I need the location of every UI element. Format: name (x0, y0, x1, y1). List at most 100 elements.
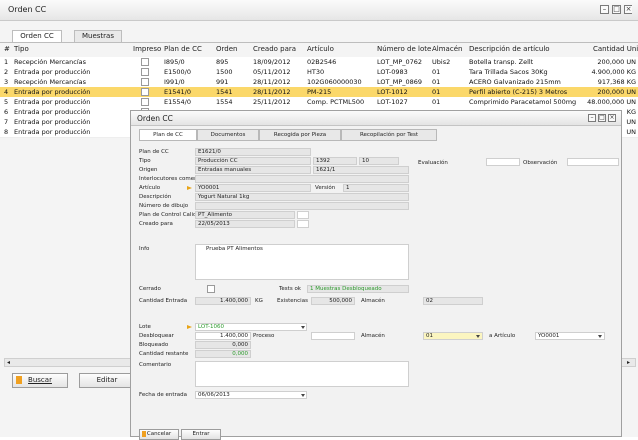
plan-calidad-extra-field[interactable] (297, 211, 309, 219)
bloqueado-field[interactable]: 0,000 (195, 341, 251, 349)
cell-almacen: 01 (432, 88, 441, 96)
label-version: Versión (315, 185, 336, 191)
creado-field[interactable]: 22/05/2013 (195, 220, 295, 228)
cell-num: 7 (4, 118, 9, 126)
observacion-field[interactable] (567, 158, 619, 166)
cell-plan: E1541/0 (164, 88, 191, 96)
dialog-title: Orden CC (137, 114, 173, 123)
articulo-link-icon[interactable] (187, 186, 192, 190)
col-orden[interactable]: Orden (216, 45, 237, 53)
col-tipo[interactable]: Tipo (14, 45, 29, 53)
dialog-minimize-icon[interactable]: – (588, 114, 596, 122)
origen-field[interactable]: Entradas manuales (195, 166, 311, 174)
close-icon[interactable]: × (624, 5, 632, 14)
tipo-num2-field[interactable]: 10 (359, 157, 399, 165)
dibujo-field[interactable] (195, 202, 409, 210)
info-field[interactable]: Prueba PT Alimentos (195, 244, 409, 280)
lote-link-icon[interactable] (187, 325, 192, 329)
cell-tipo: Entrada por producción (14, 98, 91, 106)
col-plan[interactable]: Plan de CC (164, 45, 202, 53)
editar-button[interactable]: Editar (79, 373, 135, 388)
label-creado: Creado para (139, 221, 173, 227)
cell-orden: 1541 (216, 88, 233, 96)
impreso-checkbox[interactable] (141, 58, 149, 66)
a-articulo-select[interactable]: YO0001 (535, 332, 605, 340)
existencias-field[interactable]: 500,000 (311, 297, 355, 305)
buscar-button-label: Buscar (28, 376, 52, 384)
almacen2-select[interactable]: 01 (423, 332, 483, 340)
label-origen: Origen (139, 167, 158, 173)
lote-select[interactable]: LOT-1060 (195, 323, 307, 331)
tipo-field[interactable]: Producción CC (195, 157, 311, 165)
desbloquear-field[interactable]: 1.400,000 (195, 332, 251, 340)
plan-field[interactable]: E1621/0 (195, 148, 311, 156)
cell-articulo: 02B2546 (307, 58, 337, 66)
col-articulo[interactable]: Artículo (307, 45, 334, 53)
almacen2-dropdown-icon[interactable] (476, 335, 480, 338)
label-cantidad-restante: Cantidad restante (139, 351, 189, 357)
impreso-checkbox[interactable] (141, 78, 149, 86)
evaluacion-field[interactable] (486, 158, 520, 166)
cell-tipo: Entrada por producción (14, 128, 91, 136)
dtab-recopilacion[interactable]: Recopilación por Test (341, 129, 437, 141)
cell-num: 1 (4, 58, 9, 66)
dialog-close-icon[interactable]: × (608, 114, 616, 122)
cancelar-button[interactable]: Cancelar (139, 429, 179, 440)
label-observacion: Observación (523, 160, 558, 166)
col-lote[interactable]: Número de lote (377, 45, 431, 53)
dialog-title-bar: Orden CC – □ × (131, 111, 621, 126)
a-articulo-dropdown-icon[interactable] (598, 335, 602, 338)
minimize-icon[interactable]: – (600, 5, 609, 14)
impreso-checkbox[interactable] (141, 98, 149, 106)
maximize-icon[interactable]: □ (612, 5, 621, 14)
col-cantidad[interactable]: Cantidad Unid (593, 45, 638, 53)
col-almacen[interactable]: Almacén (432, 45, 462, 53)
cantidad-entrada-field[interactable]: 1.400,000 (195, 297, 251, 305)
cell-creado: 28/11/2012 (253, 78, 291, 86)
entrar-button[interactable]: Entrar (181, 429, 221, 440)
cell-lote: LOT_MP_0762 (377, 58, 423, 66)
scroll-left-icon[interactable]: ◂ (7, 359, 10, 366)
lote-dropdown-icon[interactable] (301, 326, 305, 329)
dtab-plan[interactable]: Plan de CC (139, 129, 197, 141)
impreso-checkbox[interactable] (141, 68, 149, 76)
cell-num: 8 (4, 128, 9, 136)
cantidad-restante-field[interactable]: 0,000 (195, 350, 251, 358)
dtab-documentos[interactable]: Documentos (197, 129, 259, 141)
cell-cantidad: UN (626, 128, 636, 136)
col-desc[interactable]: Descripción de artículo (469, 45, 550, 53)
interlocutores-field[interactable] (195, 175, 409, 183)
cell-articulo: 102G060000030 (307, 78, 362, 86)
tests-ok-field[interactable]: 1 Muestras Desbloqueado (307, 285, 409, 293)
col-impreso[interactable]: Impreso (133, 45, 161, 53)
version-field[interactable]: 1 (343, 184, 409, 192)
fecha-entrada-dropdown-icon[interactable] (301, 394, 305, 397)
articulo-field[interactable]: YO0001 (195, 184, 311, 192)
tipo-num-field[interactable]: 1392 (313, 157, 357, 165)
col-creado[interactable]: Creado para (253, 45, 296, 53)
cell-tipo: Entrada por producción (14, 68, 91, 76)
cerrado-checkbox[interactable] (207, 285, 215, 293)
almacen-field[interactable]: 02 (423, 297, 483, 305)
plan-calidad-field[interactable]: PT_Alimento (195, 211, 295, 219)
dialog-maximize-icon[interactable]: □ (598, 114, 606, 122)
comentario-field[interactable] (195, 361, 409, 387)
main-window-title: Orden CC (8, 5, 47, 14)
cell-creado: 28/11/2012 (253, 88, 291, 96)
label-info: Info (139, 246, 150, 252)
tab-muestras[interactable]: Muestras (74, 30, 122, 42)
proceso-field[interactable] (311, 332, 355, 340)
scroll-right-icon[interactable]: ▸ (627, 359, 630, 366)
cell-desc: Tara Trillada Sacos 30Kg (469, 68, 548, 76)
cell-articulo: Comp. PCTML500 (307, 98, 365, 106)
origen-num-field[interactable]: 1621/1 (313, 166, 409, 174)
dtab-recogida[interactable]: Recogida por Pieza (259, 129, 341, 141)
buscar-button[interactable]: Buscar (12, 373, 68, 388)
impreso-checkbox[interactable] (141, 88, 149, 96)
descripcion-field[interactable]: Yogurt Natural 1kg (195, 193, 409, 201)
fecha-entrada-select[interactable]: 06/06/2013 (195, 391, 307, 399)
cell-almacen: 01 (432, 68, 441, 76)
cell-num: 2 (4, 68, 9, 76)
cell-lote: LOT-1027 (377, 98, 408, 106)
creado-extra-field[interactable] (297, 220, 309, 228)
